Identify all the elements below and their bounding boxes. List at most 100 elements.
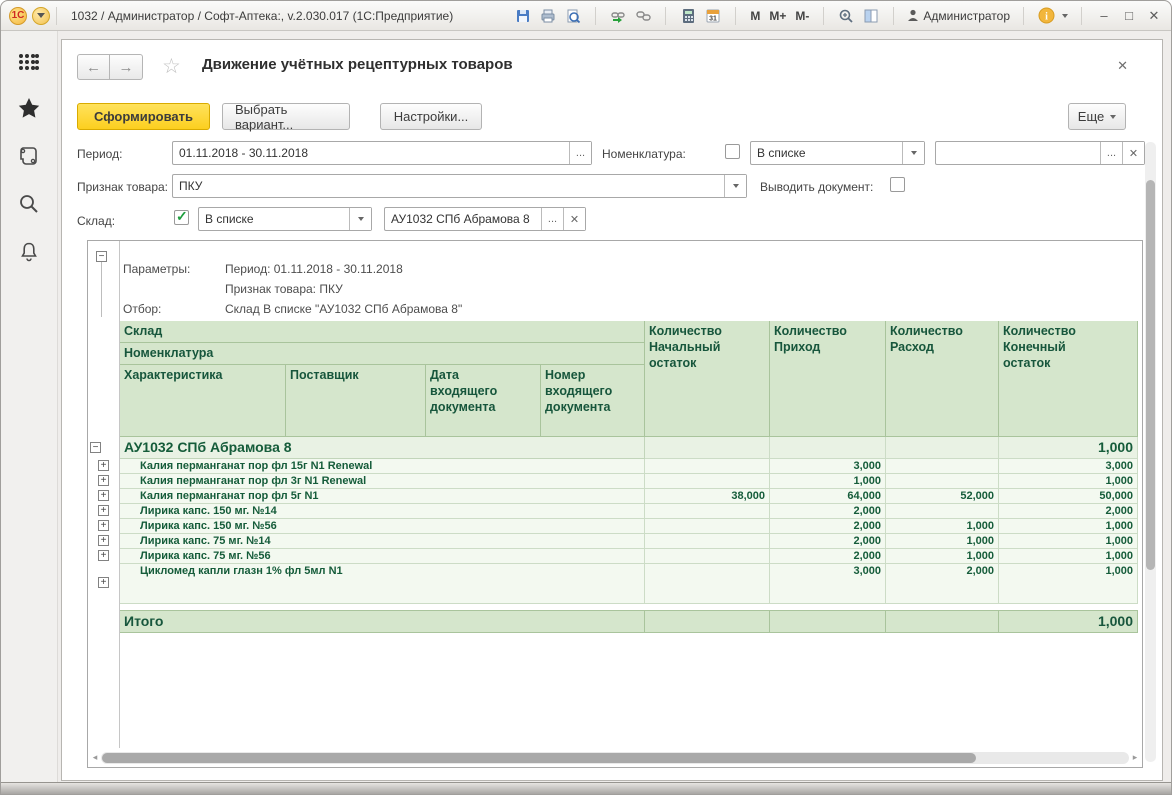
nomenclature-ellipsis-button[interactable]: ... — [1100, 142, 1122, 164]
maximize-button[interactable]: □ — [1120, 8, 1138, 23]
expand-row-button[interactable] — [98, 550, 109, 561]
warehouse-clear-button[interactable]: ✕ — [563, 208, 585, 230]
back-button[interactable]: ← — [77, 54, 110, 80]
history-icon[interactable] — [18, 145, 40, 167]
current-user-button[interactable]: Администратор — [907, 9, 1010, 23]
item-qty-begin — [645, 534, 770, 549]
expand-row-button[interactable] — [98, 577, 109, 588]
vertical-scrollbar[interactable] — [1145, 142, 1156, 762]
expand-row-button[interactable] — [98, 505, 109, 516]
print-preview-icon[interactable] — [564, 7, 582, 25]
product-sign-value[interactable]: ПКУ — [173, 175, 724, 197]
save-icon[interactable] — [514, 7, 532, 25]
favorite-star-icon[interactable]: ☆ — [162, 54, 181, 79]
item-qty-in: 1,000 — [770, 474, 886, 489]
item-qty-in: 2,000 — [770, 519, 886, 534]
divider — [893, 7, 894, 25]
generate-button[interactable]: Сформировать — [77, 103, 210, 130]
minimize-button[interactable]: – — [1095, 8, 1113, 23]
chevron-down-icon[interactable] — [349, 208, 371, 230]
table-row: Калия перманганат пор фл 3г N1 Renewal 1… — [88, 474, 1142, 489]
print-icon[interactable] — [539, 7, 557, 25]
1c-logo-icon[interactable]: 1С — [9, 7, 27, 25]
collapse-group-button[interactable] — [90, 442, 101, 453]
info-icon[interactable]: i — [1037, 7, 1055, 25]
notifications-icon[interactable] — [18, 241, 40, 263]
horizontal-scrollbar-thumb[interactable] — [102, 753, 976, 763]
memory-plus-button[interactable]: M+ — [768, 9, 787, 23]
nomenclature-clear-button[interactable]: ✕ — [1122, 142, 1144, 164]
close-window-button[interactable]: ✕ — [1145, 8, 1163, 24]
divider — [595, 7, 596, 25]
expand-row-button[interactable] — [98, 490, 109, 501]
nomenclature-value[interactable] — [936, 142, 1100, 164]
settings-button[interactable]: Настройки... — [380, 103, 482, 130]
product-sign-select[interactable]: ПКУ — [172, 174, 747, 198]
item-qty-begin — [645, 504, 770, 519]
col-qty-end: Количество Конечный остаток — [999, 321, 1138, 437]
item-name: Цикломед капли глазн 1% фл 5мл N1 — [120, 564, 645, 604]
get-link-icon[interactable] — [609, 7, 627, 25]
chevron-down-icon[interactable] — [724, 175, 746, 197]
favorites-icon[interactable] — [17, 97, 41, 119]
titlebar: 1С 1032 / Администратор / Софт-Аптека:, … — [1, 1, 1171, 31]
memory-minus-button[interactable]: M- — [794, 9, 810, 23]
expand-row-button[interactable] — [98, 520, 109, 531]
warehouse-condition-select[interactable]: В списке — [198, 207, 372, 231]
collapse-report-button[interactable] — [96, 251, 107, 262]
item-qty-in: 2,000 — [770, 549, 886, 564]
close-form-icon[interactable]: ✕ — [1117, 58, 1128, 74]
table-row: Лирика капс. 150 мг. №56 2,000 1,000 1,0… — [88, 519, 1142, 534]
item-name: Лирика капс. 75 мг. №14 — [120, 534, 645, 549]
table-row: Цикломед капли глазн 1% фл 5мл N1 3,000 … — [88, 564, 1142, 604]
expand-row-button[interactable] — [98, 460, 109, 471]
expand-row-button[interactable] — [98, 535, 109, 546]
expand-row-button[interactable] — [98, 475, 109, 486]
nomenclature-value-input[interactable]: ... ✕ — [935, 141, 1145, 165]
col-warehouse: Склад — [120, 321, 645, 343]
zoom-icon[interactable] — [837, 7, 855, 25]
nomenclature-checkbox[interactable] — [725, 144, 740, 159]
total-qty-begin — [645, 610, 770, 633]
item-qty-begin: 38,000 — [645, 489, 770, 504]
item-qty-end: 1,000 — [999, 534, 1138, 549]
search-icon[interactable] — [18, 193, 40, 215]
warehouse-value-input[interactable]: АУ1032 СПб Абрамова 8 ... ✕ — [384, 207, 586, 231]
parameters-block: Параметры: Период: 01.11.2018 - 30.11.20… — [88, 241, 1142, 321]
more-button-label: Еще — [1078, 109, 1104, 124]
main-menu-dropdown-button[interactable] — [32, 7, 50, 25]
scroll-left-icon[interactable]: ◂ — [91, 752, 99, 763]
group-qty-begin — [645, 437, 770, 459]
chevron-down-icon[interactable] — [902, 142, 924, 164]
split-window-icon[interactable] — [862, 7, 880, 25]
calculator-icon[interactable] — [679, 7, 697, 25]
col-characteristic: Характеристика — [120, 365, 286, 437]
item-qty-end: 1,000 — [999, 564, 1138, 604]
table-row: Калия перманганат пор фл 15г N1 Renewal … — [88, 459, 1142, 474]
period-value[interactable]: 01.11.2018 - 30.11.2018 — [173, 142, 569, 164]
period-ellipsis-button[interactable]: ... — [569, 142, 591, 164]
vertical-scrollbar-thumb[interactable] — [1146, 180, 1155, 570]
period-input[interactable]: 01.11.2018 - 30.11.2018 ... — [172, 141, 592, 165]
show-document-checkbox[interactable] — [890, 177, 905, 192]
warehouse-ellipsis-button[interactable]: ... — [541, 208, 563, 230]
item-qty-end: 50,000 — [999, 489, 1138, 504]
calendar-icon[interactable]: 31 — [704, 7, 722, 25]
horizontal-scrollbar[interactable]: ◂ ▸ — [91, 750, 1139, 765]
more-button[interactable]: Еще — [1068, 103, 1126, 130]
memory-recall-button[interactable]: M — [749, 9, 761, 23]
group-qty-out — [886, 437, 999, 459]
select-variant-button[interactable]: Выбрать вариант... — [222, 103, 350, 130]
info-dropdown-icon[interactable] — [1062, 14, 1068, 18]
warehouse-condition-value[interactable]: В списке — [199, 208, 349, 230]
forward-button[interactable]: → — [110, 54, 143, 80]
nomenclature-condition-value[interactable]: В списке — [751, 142, 902, 164]
nomenclature-condition-select[interactable]: В списке — [750, 141, 925, 165]
total-row: Итого 1,000 — [88, 610, 1142, 633]
item-qty-out — [886, 474, 999, 489]
go-to-link-icon[interactable] — [634, 7, 652, 25]
scroll-right-icon[interactable]: ▸ — [1131, 752, 1139, 763]
warehouse-value[interactable]: АУ1032 СПб Абрамова 8 — [385, 208, 541, 230]
main-menu-icon[interactable] — [18, 53, 40, 71]
warehouse-checkbox[interactable] — [174, 210, 189, 225]
